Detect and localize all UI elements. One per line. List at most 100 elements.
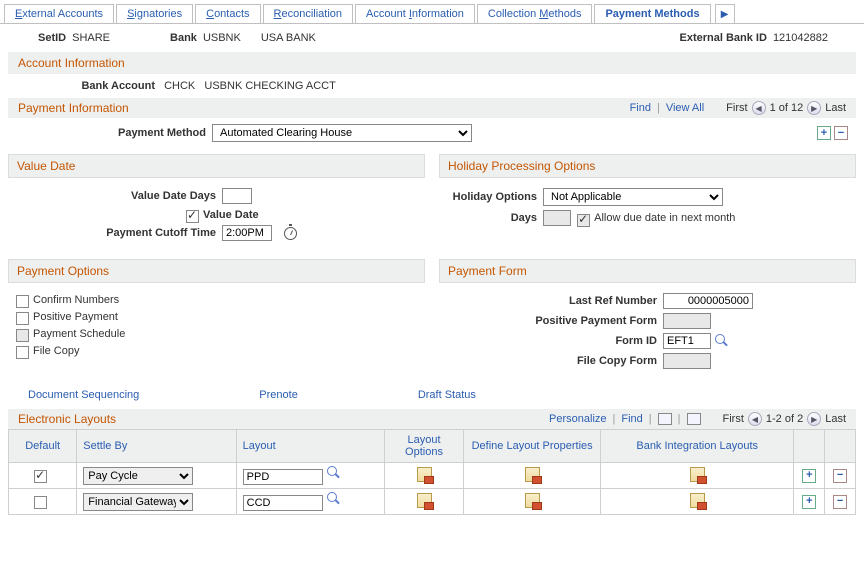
bank-account-row: Bank Account CHCK USBNK CHECKING ACCT [0, 74, 864, 98]
checkbox-positive-payment[interactable] [16, 312, 29, 325]
checkbox-default-row1[interactable] [34, 470, 47, 483]
add-row2-icon[interactable]: + [802, 495, 816, 509]
input-file-copy-form [663, 353, 711, 369]
header-row: SetID SHARE Bank USBNK USA BANK External… [0, 24, 864, 52]
el-pager-first[interactable]: First [723, 413, 744, 425]
bank-integration-row2-icon[interactable] [690, 493, 705, 508]
select-holiday-options[interactable]: Not Applicable [543, 188, 723, 206]
label-payment-method: Payment Method [16, 127, 206, 139]
label-bank-account: Bank Account [60, 80, 155, 92]
link-el-personalize[interactable]: Personalize [549, 413, 606, 425]
input-last-ref[interactable] [663, 293, 753, 309]
label-setid: SetID [38, 32, 66, 44]
delete-row-icon[interactable]: − [834, 126, 848, 140]
col-define-layout[interactable]: Define Layout Properties [464, 430, 601, 463]
col-default[interactable]: Default [9, 430, 77, 463]
label-checkbox-value-date: Value Date [203, 209, 259, 221]
value-bank-account-name: USBNK CHECKING ACCT [204, 80, 335, 92]
layout-options-row1-icon[interactable] [417, 467, 432, 482]
col-add [794, 430, 825, 463]
tab-bar: EExternal Accountsxternal Accounts Signa… [0, 4, 864, 24]
zoom-grid-icon[interactable] [687, 413, 701, 425]
lookup-layout-row1-icon[interactable] [327, 466, 341, 480]
del-row1-icon[interactable]: − [833, 469, 847, 483]
pager-prev-icon[interactable]: ◀ [752, 101, 766, 115]
checkbox-payment-schedule [16, 329, 29, 342]
col-bank-integration[interactable]: Bank Integration Layouts [600, 430, 794, 463]
pager-last[interactable]: Last [825, 102, 846, 114]
checkbox-value-date[interactable] [186, 210, 199, 223]
label-confirm-numbers: Confirm Numbers [33, 294, 119, 306]
input-holiday-days [543, 210, 571, 226]
input-layout-row1[interactable] [243, 469, 323, 485]
input-value-date-days[interactable] [222, 188, 252, 204]
electronic-layouts-grid: Default Settle By Layout Layout Options … [8, 429, 856, 515]
pager-payment-info: First ◀ 1 of 12 ▶ Last [726, 101, 846, 115]
bank-integration-row1-icon[interactable] [690, 467, 705, 482]
tab-collection-methods[interactable]: Collection MethodsCollection Methods [477, 4, 593, 23]
add-row-icon[interactable]: + [817, 126, 831, 140]
input-layout-row2[interactable] [243, 495, 323, 511]
link-document-sequencing[interactable]: Document Sequencing [28, 389, 139, 401]
table-row: Pay Cycle + − [9, 463, 856, 489]
tab-signatories[interactable]: SignatoriesSignatories [116, 4, 193, 23]
link-draft-status[interactable]: Draft Status [418, 389, 476, 401]
tab-reconciliation[interactable]: ReconciliationReconciliation [263, 4, 354, 23]
panel-payment-form: Payment Form Last Ref Number Positive Pa… [439, 259, 856, 375]
checkbox-confirm-numbers[interactable] [16, 295, 29, 308]
el-pager-last[interactable]: Last [825, 413, 846, 425]
define-layout-row2-icon[interactable] [525, 493, 540, 508]
col-layout[interactable]: Layout [236, 430, 384, 463]
el-pager-counter: 1-2 of 2 [766, 413, 803, 425]
link-view-all[interactable]: View All [666, 102, 704, 114]
value-bank-name: USA BANK [261, 32, 316, 44]
pager-electronic-layouts: First ◀ 1-2 of 2 ▶ Last [723, 412, 847, 426]
panel-title-value-date: Value Date [8, 154, 425, 178]
tab-external-accounts[interactable]: EExternal Accountsxternal Accounts [4, 4, 114, 23]
label-bank: Bank [170, 32, 197, 44]
checkbox-default-row2[interactable] [34, 496, 47, 509]
label-ext-bank-id: External Bank ID [680, 32, 767, 44]
pager-next-icon[interactable]: ▶ [807, 101, 821, 115]
label-allow-due-date: Allow due date in next month [594, 212, 735, 224]
col-settle-by[interactable]: Settle By [77, 430, 236, 463]
label-file-copy-form: File Copy Form [447, 355, 657, 367]
panel-value-date: Value Date Value Date Days Value Date Pa… [8, 154, 425, 247]
select-settleby-row1[interactable]: Pay Cycle [83, 467, 193, 485]
panel-title-holiday: Holiday Processing Options [439, 154, 856, 178]
define-layout-row1-icon[interactable] [525, 467, 540, 482]
clock-icon[interactable] [284, 227, 297, 240]
link-find[interactable]: Find [630, 102, 651, 114]
col-del [825, 430, 856, 463]
checkbox-file-copy[interactable] [16, 346, 29, 359]
layout-options-row2-icon[interactable] [417, 493, 432, 508]
lookup-layout-row2-icon[interactable] [327, 492, 341, 506]
input-cutoff-time[interactable] [222, 225, 272, 241]
label-holiday-days: Days [447, 212, 537, 224]
link-el-find[interactable]: Find [621, 413, 642, 425]
del-row2-icon[interactable]: − [833, 495, 847, 509]
pager-first[interactable]: First [726, 102, 747, 114]
download-icon[interactable] [658, 413, 672, 425]
panel-title-payment-options: Payment Options [8, 259, 425, 283]
input-positive-form [663, 313, 711, 329]
table-row: Financial Gateway + − [9, 489, 856, 515]
col-layout-options[interactable]: Layout Options [384, 430, 464, 463]
tab-scroll-right-icon[interactable]: ▶ [715, 4, 735, 23]
electronic-layouts-bar: Electronic Layouts Personalize | Find | … [8, 409, 856, 429]
select-payment-method[interactable]: Automated Clearing House [212, 124, 472, 142]
input-form-id[interactable] [663, 333, 711, 349]
el-pager-prev-icon[interactable]: ◀ [748, 412, 762, 426]
tab-account-information[interactable]: Account InformationAccount Information [355, 4, 475, 23]
tab-contacts[interactable]: ContactsContacts [195, 4, 260, 23]
lookup-form-id-icon[interactable] [715, 334, 729, 348]
tab-payment-methods[interactable]: Payment Methods [594, 4, 710, 23]
select-settleby-row2[interactable]: Financial Gateway [83, 493, 193, 511]
panel-holiday-processing: Holiday Processing Options Holiday Optio… [439, 154, 856, 247]
pager-counter: 1 of 12 [770, 102, 804, 114]
el-pager-next-icon[interactable]: ▶ [807, 412, 821, 426]
label-positive-form: Positive Payment Form [447, 315, 657, 327]
link-prenote[interactable]: Prenote [259, 389, 298, 401]
value-bank-account-code: CHCK [164, 80, 195, 92]
add-row1-icon[interactable]: + [802, 469, 816, 483]
